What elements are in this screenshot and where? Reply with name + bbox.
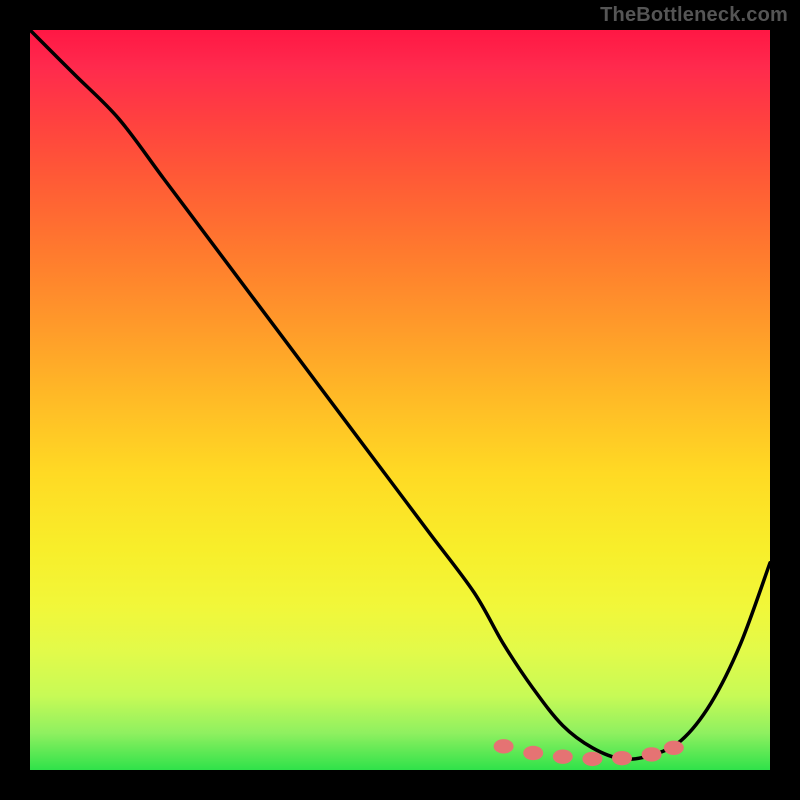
bottom-marker xyxy=(553,749,573,763)
bottom-marker xyxy=(642,747,662,761)
plot-area xyxy=(30,30,770,770)
bottom-marker xyxy=(523,746,543,760)
bottom-marker xyxy=(582,752,602,766)
bottom-marker xyxy=(612,751,632,765)
bottom-marker xyxy=(494,739,514,753)
watermark-text: TheBottleneck.com xyxy=(600,4,788,27)
bottleneck-curve xyxy=(30,30,770,759)
chart-stage: TheBottleneck.com xyxy=(0,0,800,800)
bottom-marker xyxy=(664,741,684,755)
plot-svg xyxy=(30,30,770,770)
bottom-marker-group xyxy=(494,739,684,766)
